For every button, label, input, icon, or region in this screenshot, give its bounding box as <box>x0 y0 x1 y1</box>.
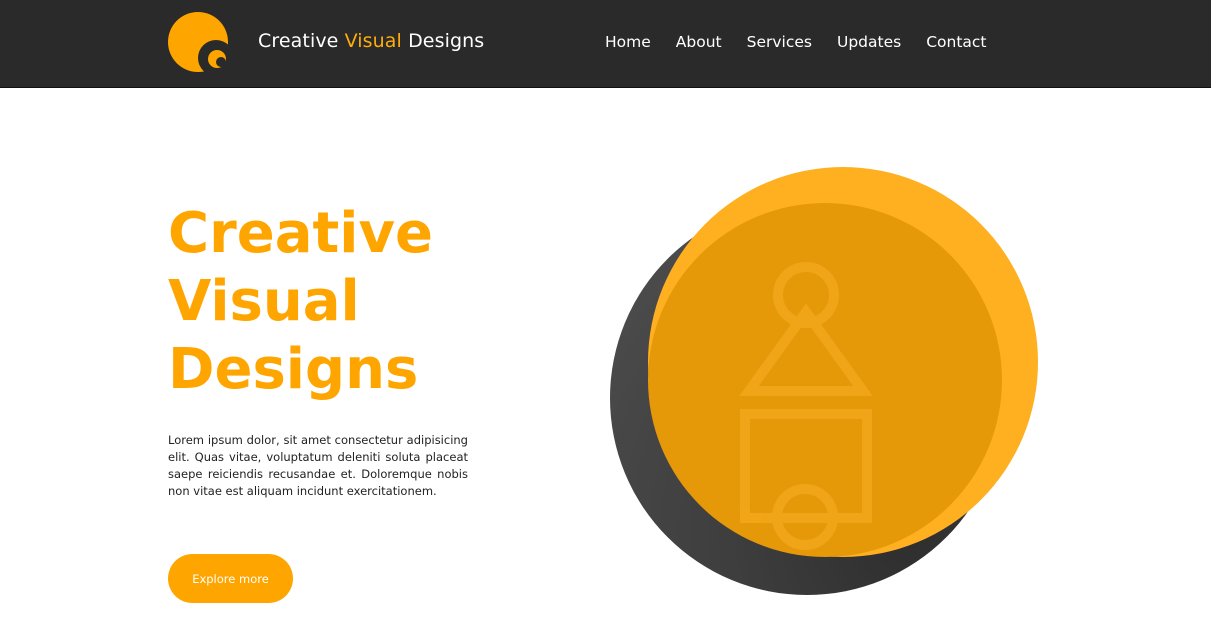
brand-name-part3: Designs <box>401 30 485 52</box>
brand-logo-icon[interactable] <box>168 12 228 72</box>
navbar: Creative Visual Designs Home About Servi… <box>0 0 1211 88</box>
nav-link-contact[interactable]: Contact <box>926 33 986 51</box>
explore-more-button[interactable]: Explore more <box>168 554 293 603</box>
nav-link-about[interactable]: About <box>676 33 722 51</box>
hero-title-line: Designs <box>168 337 419 402</box>
nav-link-services[interactable]: Services <box>747 33 812 51</box>
main-nav: Home About Services Updates Contact <box>605 33 987 51</box>
nav-link-home[interactable]: Home <box>605 33 651 51</box>
hero-title: Creative Visual Designs <box>168 200 508 404</box>
hero-description: Lorem ipsum dolor, sit amet consectetur … <box>168 433 468 498</box>
hero-title-line: Creative <box>168 201 433 266</box>
geometric-shapes-illustration <box>610 167 1038 595</box>
brand-name[interactable]: Creative Visual Designs <box>258 30 484 52</box>
nav-link-updates[interactable]: Updates <box>837 33 901 51</box>
hero-title-line: Visual <box>168 269 360 334</box>
brand-name-accent: Visual <box>344 30 402 52</box>
brand-name-part1: Creative <box>258 30 345 52</box>
